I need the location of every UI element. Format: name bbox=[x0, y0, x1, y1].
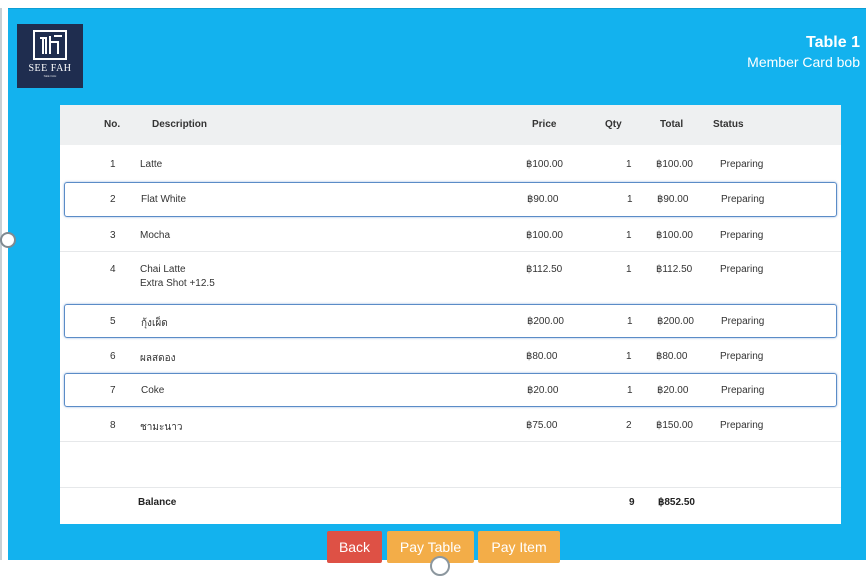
row-status: Preparing bbox=[720, 159, 764, 170]
table-row[interactable]: 4 Chai Latte Extra Shot +12.5 ฿112.50 1 … bbox=[60, 252, 841, 302]
row-description: ชามะนาว bbox=[140, 422, 183, 433]
row-total: ฿100.00 bbox=[656, 230, 693, 241]
row-divider bbox=[60, 441, 841, 442]
row-qty: 1 bbox=[626, 230, 632, 241]
table-row[interactable]: 6 ผลสดอง ฿80.00 1 ฿80.00 Preparing bbox=[60, 341, 841, 371]
row-qty: 1 bbox=[626, 159, 632, 170]
row-status: Preparing bbox=[720, 264, 764, 275]
row-qty: 1 bbox=[626, 351, 632, 362]
item-modifier: Extra Shot +12.5 bbox=[140, 278, 215, 289]
table-header-row: No. Description Price Qty Total Status bbox=[60, 105, 841, 145]
row-price: ฿80.00 bbox=[526, 351, 558, 362]
brand-subtitle: SEE FAH bbox=[43, 74, 57, 78]
row-total: ฿112.50 bbox=[656, 264, 693, 275]
row-description: ผลสดอง bbox=[140, 353, 176, 364]
row-qty: 1 bbox=[626, 264, 632, 275]
row-price: ฿112.50 bbox=[526, 264, 563, 275]
row-no: 7 bbox=[110, 385, 116, 396]
balance-qty: 9 bbox=[629, 497, 635, 508]
row-no: 1 bbox=[110, 159, 116, 170]
row-no: 6 bbox=[110, 351, 116, 362]
col-status: Status bbox=[713, 119, 744, 130]
row-description: Flat White bbox=[141, 194, 187, 205]
row-price: ฿100.00 bbox=[526, 230, 563, 241]
row-status: Preparing bbox=[720, 420, 764, 431]
member-card-label: Member Card bob bbox=[747, 54, 860, 70]
balance-row: Balance 9 ฿852.50 bbox=[60, 485, 841, 519]
row-status: Preparing bbox=[720, 351, 764, 362]
resize-handle-bottom[interactable] bbox=[430, 556, 450, 576]
row-total: ฿200.00 bbox=[657, 316, 694, 327]
row-total: ฿90.00 bbox=[657, 194, 689, 205]
row-description: Latte bbox=[140, 159, 163, 170]
row-no: 4 bbox=[110, 264, 116, 275]
row-price: ฿90.00 bbox=[527, 194, 559, 205]
row-description: กุ้งเผ็ด bbox=[141, 318, 168, 329]
table-row[interactable]: 2 Flat White ฿90.00 1 ฿90.00 Preparing bbox=[64, 182, 837, 217]
app-window: SEE FAH SEE FAH Table 1 Member Card bob … bbox=[8, 8, 866, 560]
table-row[interactable]: 1 Latte ฿100.00 1 ฿100.00 Preparing bbox=[60, 149, 841, 179]
row-price: ฿75.00 bbox=[526, 420, 558, 431]
row-no: 8 bbox=[110, 420, 116, 431]
col-description: Description bbox=[152, 119, 208, 130]
row-status: Preparing bbox=[721, 194, 765, 205]
row-no: 5 bbox=[110, 316, 116, 327]
table-row[interactable]: 7 Coke ฿20.00 1 ฿20.00 Preparing bbox=[64, 373, 837, 407]
row-total: ฿80.00 bbox=[656, 351, 688, 362]
row-qty: 1 bbox=[627, 316, 633, 327]
window-edge bbox=[0, 8, 2, 560]
table-row[interactable]: 8 ชามะนาว ฿75.00 2 ฿150.00 Preparing bbox=[60, 410, 841, 440]
table-header: Table 1 Member Card bob bbox=[747, 33, 860, 71]
row-no: 2 bbox=[110, 194, 116, 205]
row-status: Preparing bbox=[720, 230, 764, 241]
row-price: ฿20.00 bbox=[527, 385, 559, 396]
balance-total: ฿852.50 bbox=[658, 497, 695, 508]
brand-name: SEE FAH bbox=[28, 63, 72, 74]
pay-table-button[interactable]: Pay Table bbox=[387, 531, 474, 563]
row-description: Chai Latte Extra Shot +12.5 bbox=[140, 264, 215, 289]
col-total: Total bbox=[660, 119, 684, 130]
col-no: No. bbox=[104, 119, 121, 130]
resize-handle-left[interactable] bbox=[0, 232, 16, 248]
pay-item-button[interactable]: Pay Item bbox=[478, 531, 560, 563]
row-total: ฿100.00 bbox=[656, 159, 693, 170]
row-description: Mocha bbox=[140, 230, 171, 241]
row-qty: 1 bbox=[627, 194, 633, 205]
row-status: Preparing bbox=[721, 385, 765, 396]
order-table: No. Description Price Qty Total Status 1… bbox=[60, 105, 841, 524]
row-qty: 2 bbox=[626, 420, 632, 431]
row-total: ฿20.00 bbox=[657, 385, 689, 396]
row-no: 3 bbox=[110, 230, 116, 241]
col-price: Price bbox=[532, 119, 557, 130]
row-description: Coke bbox=[141, 385, 165, 396]
row-total: ฿150.00 bbox=[656, 420, 693, 431]
row-qty: 1 bbox=[627, 385, 633, 396]
row-price: ฿100.00 bbox=[526, 159, 563, 170]
item-name: Chai Latte bbox=[140, 264, 186, 275]
balance-label: Balance bbox=[138, 497, 177, 508]
back-button[interactable]: Back bbox=[327, 531, 382, 563]
row-price: ฿200.00 bbox=[527, 316, 564, 327]
table-title: Table 1 bbox=[806, 34, 860, 51]
brand-logo: SEE FAH SEE FAH bbox=[17, 24, 83, 88]
logo-mark-icon bbox=[32, 28, 68, 62]
table-row[interactable]: 3 Mocha ฿100.00 1 ฿100.00 Preparing bbox=[60, 220, 841, 250]
table-row[interactable]: 5 กุ้งเผ็ด ฿200.00 1 ฿200.00 Preparing bbox=[64, 304, 837, 338]
row-status: Preparing bbox=[721, 316, 765, 327]
col-qty: Qty bbox=[605, 119, 622, 130]
